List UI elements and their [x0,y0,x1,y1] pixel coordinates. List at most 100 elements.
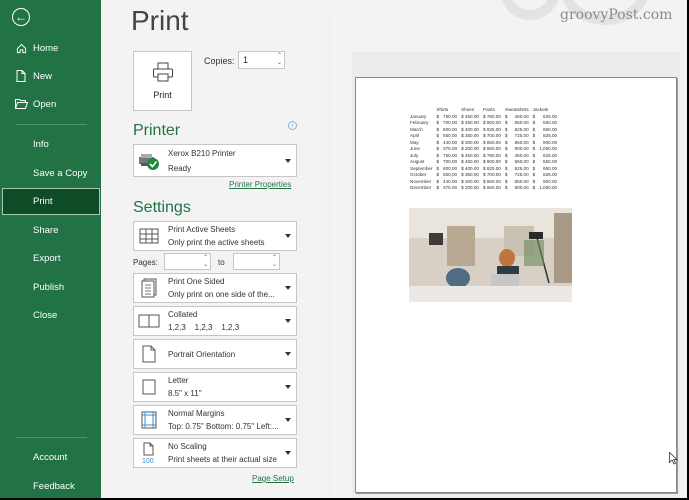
scaling-dropdown[interactable]: 100 No Scaling Print sheets at their act… [133,438,297,468]
preview-cell: 700.00 [443,120,458,125]
chevron-down-icon [285,286,291,290]
panel-divider [329,12,330,498]
print-button-label: Print [153,90,172,100]
setting-title: Letter [168,376,189,385]
watermark-graphic [500,0,560,20]
setting-title: Portrait Orientation [168,350,236,359]
chevron-down-icon [285,418,291,422]
portrait-page-icon [138,343,160,365]
chevron-down-icon [285,234,291,238]
sidebar-divider [16,437,87,438]
sidebar-item-account[interactable]: Account [2,444,100,470]
sidebar-divider [16,124,87,125]
preview-cell: $ 350.00 [461,133,479,138]
orientation-dropdown[interactable]: Portrait Orientation [133,339,297,369]
preview-cell: $ 700.00 [483,172,501,177]
sidebar-item-home[interactable]: Home [2,35,100,61]
paper-size-dropdown[interactable]: Letter 8.5" x 11" [133,372,297,402]
preview-header-cell: Sweatshirts [504,107,529,112]
setting-subtitle: Print sheets at their actual size [168,455,277,464]
preview-cell: $ 200.00 [461,146,479,151]
printer-heading: Printer [133,122,181,139]
preview-cell: $ 800.00 [483,120,501,125]
sidebar-item-close[interactable]: Close [2,302,100,328]
printer-icon [152,62,173,82]
to-label: to [218,258,225,267]
page-setup-link[interactable]: Page Setup [252,474,294,483]
preview-cell: $ 700.00 [483,133,501,138]
preview-cell: $ 650.00 [483,185,501,190]
preview-cell: 375.00 [443,146,458,151]
margins-icon [138,409,160,431]
sidebar-item-share[interactable]: Share [2,217,100,243]
preview-cell: 1,050.00 [539,185,558,190]
setting-title: Print Active Sheets [168,225,236,234]
margins-dropdown[interactable]: Normal Margins Top: 0.75" Bottom: 0.75" … [133,405,297,435]
sidebar-item-feedback[interactable]: Feedback [2,473,100,498]
chevron-down-icon [285,451,291,455]
folder-open-icon [14,99,28,109]
sides-dropdown[interactable]: Print One Sided Only print on one side o… [133,273,297,303]
setting-subtitle: Only print on one side of the... [168,290,275,299]
scaling-100-icon: 100 [138,442,160,464]
setting-subtitle: Only print the active sheets [168,238,265,247]
preview-currency-symbol: $ [504,185,508,190]
chevron-down-icon [285,319,291,323]
preview-cell: 800.00 [514,185,529,190]
pages-to-spinner[interactable]: ⌃ ⌄ [272,255,277,269]
printer-ready-icon [138,150,160,172]
copies-input[interactable]: 1 ⌃ ⌄ [238,51,285,69]
settings-heading: Settings [133,199,191,216]
setting-subtitle: 8.5" x 11" [168,389,202,398]
printer-name: Xerox B210 Printer [168,149,236,158]
setting-subtitle: 1,2,3 1,2,3 1,2,3 [168,323,240,332]
sheets-grid-icon [138,225,160,247]
back-button[interactable]: ← [12,8,30,26]
preview-cell: 375.00 [443,185,458,190]
collated-icon [138,310,160,332]
collation-dropdown[interactable]: Collated 1,2,3 1,2,3 1,2,3 [133,306,297,336]
printer-properties-link[interactable]: Printer Properties [229,180,291,189]
chevron-down-icon [285,158,291,163]
setting-subtitle: Top: 0.75" Bottom: 0.75" Left:... [168,422,279,431]
pages-to-input[interactable]: ⌃ ⌄ [233,253,280,270]
copies-label: Copies: [204,56,235,66]
pages-from-input[interactable]: ⌃ ⌄ [164,253,211,270]
setting-title: Print One Sided [168,277,225,286]
setting-title: No Scaling [168,442,207,451]
sidebar-item-save-a-copy[interactable]: Save a Copy [2,160,100,186]
preview-sheet-table: Shirts Shoes Pants Sweatshirts Jackets J… [408,107,559,192]
chevron-down-icon [285,352,291,356]
sidebar-item-info[interactable]: Info [2,131,100,157]
mouse-cursor-icon [669,452,678,465]
svg-text:100: 100 [142,458,154,464]
page-title: Print [131,5,189,36]
preview-cell: 550.00 [443,172,458,177]
new-file-icon [14,70,28,82]
preview-cell: $ 450.00 [461,120,479,125]
print-what-dropdown[interactable]: Print Active Sheets Only print the activ… [133,221,297,251]
backstage-sidebar: ← Home New Open Info Save a Copy Print S… [0,0,101,498]
print-button[interactable]: Print [133,51,192,111]
sidebar-item-publish[interactable]: Publish [2,274,100,300]
preview-cell: $ 350.00 [461,172,479,177]
watermark-text: groovyPost.com [560,7,673,23]
preview-row: December $375.00 $ 200.00 $ 650.00 $800.00 $1… [408,185,559,192]
pages-from-spinner[interactable]: ⌃ ⌄ [203,255,208,269]
copies-value: 1 [243,55,249,65]
info-icon[interactable]: i [288,121,297,130]
arrow-left-icon: ← [15,10,27,24]
sidebar-item-new[interactable]: New [2,63,100,89]
preview-cell: 1,050.00 [539,146,558,151]
printer-dropdown[interactable]: Xerox B210 Printer Ready [133,144,297,177]
setting-title: Normal Margins [168,409,225,418]
sidebar-item-print[interactable]: Print [2,188,100,215]
preview-cell: 550.00 [443,133,458,138]
one-sided-page-icon [138,277,160,299]
chevron-down-icon [285,385,291,389]
printer-status: Ready [168,164,192,173]
pages-label: Pages: [133,258,158,267]
copies-spinner[interactable]: ⌃ ⌄ [277,53,282,67]
sidebar-item-export[interactable]: Export [2,245,100,271]
sidebar-item-open[interactable]: Open [2,91,100,117]
